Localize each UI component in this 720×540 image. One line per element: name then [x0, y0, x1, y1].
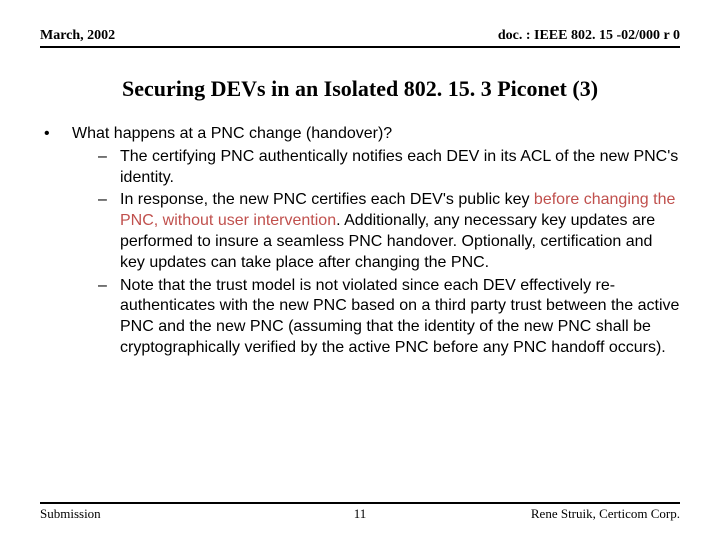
footer: Submission Rene Struik, Certicom Corp. 1…	[40, 502, 680, 522]
body: • What happens at a PNC change (handover…	[40, 124, 680, 359]
header-date: March, 2002	[40, 28, 115, 44]
header-doc-id: doc. : IEEE 802. 15 -02/000 r 0	[498, 28, 680, 44]
sub-text: In response, the new PNC certifies each …	[120, 190, 680, 273]
bullet-item: • What happens at a PNC change (handover…	[44, 124, 680, 145]
footer-rule	[40, 502, 680, 504]
page-title: Securing DEVs in an Isolated 802. 15. 3 …	[40, 76, 680, 102]
list-item: – The certifying PNC authentically notif…	[98, 147, 680, 189]
list-item: – Note that the trust model is not viola…	[98, 276, 680, 359]
sub-text: The certifying PNC authentically notifie…	[120, 147, 680, 189]
dash-mark: –	[98, 147, 120, 189]
header: March, 2002 doc. : IEEE 802. 15 -02/000 …	[40, 28, 680, 44]
footer-page-number: 11	[40, 506, 680, 522]
sub-list: – The certifying PNC authentically notif…	[98, 147, 680, 359]
dash-mark: –	[98, 190, 120, 273]
header-rule	[40, 46, 680, 48]
sub-text-lead: In response, the new PNC certifies each …	[120, 191, 534, 208]
bullet-mark: •	[44, 124, 72, 145]
list-item: – In response, the new PNC certifies eac…	[98, 190, 680, 273]
dash-mark: –	[98, 276, 120, 359]
sub-text: Note that the trust model is not violate…	[120, 276, 680, 359]
bullet-text: What happens at a PNC change (handover)?	[72, 124, 392, 145]
